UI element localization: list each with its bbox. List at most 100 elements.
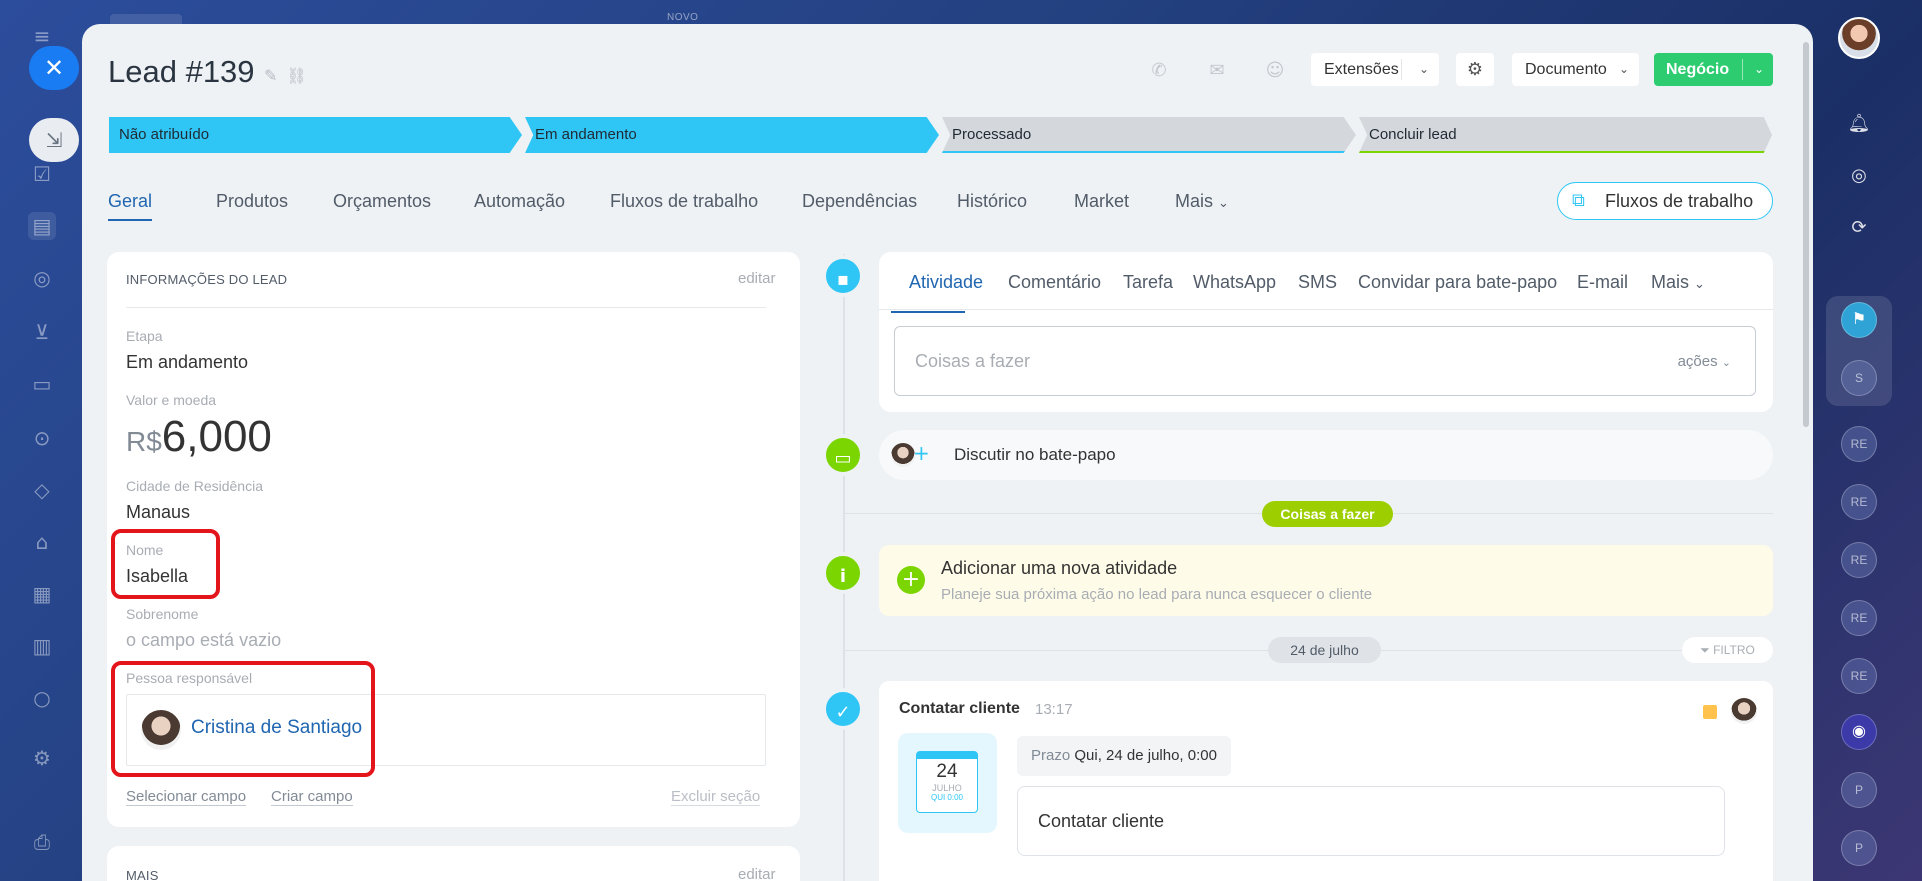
task-time: 13:17 (1035, 701, 1073, 718)
settings-gear-icon[interactable]: ⚙ (1456, 53, 1494, 86)
city-label: Cidade de Residência (126, 478, 263, 494)
chat-chip-s[interactable]: S (1841, 360, 1877, 396)
task-text: Contatar cliente (1038, 811, 1165, 831)
target-icon[interactable]: ◎ (1843, 160, 1875, 192)
building-icon[interactable]: ⌂ (28, 528, 56, 556)
activity-tab-activity[interactable]: Atividade (909, 272, 983, 293)
extensions-button[interactable]: Extensões ⌄ (1311, 53, 1439, 86)
surname-value: o campo está vazio (126, 630, 282, 650)
robot-icon[interactable]: ⊙ (28, 424, 56, 452)
stage-in-progress[interactable]: Em andamento (525, 117, 939, 153)
todo-input[interactable]: Coisas a fazer ações ⌄ (894, 326, 1756, 396)
crm-icon[interactable]: ▤ (28, 212, 56, 240)
tab-quotes[interactable]: Orçamentos (333, 191, 431, 212)
check-dot-icon: ✓ (822, 688, 864, 730)
target-icon[interactable]: ◎ (28, 264, 56, 292)
chevron-down-icon: ⌄ (1418, 62, 1429, 76)
tab-market[interactable]: Market (1074, 191, 1129, 212)
activity-tab-whatsapp[interactable]: WhatsApp (1193, 272, 1276, 293)
chevron-down-icon: ⌄ (1721, 356, 1731, 369)
settings-icon[interactable]: ○ (28, 684, 56, 712)
plus-icon[interactable]: + (897, 566, 925, 594)
link-icon[interactable]: ⛓ (287, 66, 307, 85)
activity-tab-invite-chat[interactable]: Convidar para bate-papo (1358, 272, 1557, 293)
box-icon[interactable]: ◇ (28, 476, 56, 504)
deadline-label: Prazo (1031, 747, 1071, 764)
sync-icon[interactable]: ⟳ (1843, 212, 1875, 244)
create-field-link[interactable]: Criar campo (271, 788, 353, 806)
deal-button[interactable]: Negócio ⌄ (1654, 53, 1773, 86)
edit-link[interactable]: editar (738, 866, 776, 881)
chat-chip-p[interactable]: P (1841, 830, 1877, 866)
chat-chip-p[interactable]: P (1841, 772, 1877, 808)
edit-icon[interactable]: ✎ (264, 66, 277, 85)
calendar-sub: QUI 0:00 (930, 793, 963, 802)
select-field-link[interactable]: Selecionar campo (126, 788, 247, 806)
chat-chip-re[interactable]: RE (1841, 426, 1877, 462)
user-avatar[interactable] (1838, 17, 1880, 59)
edit-link[interactable]: editar (738, 270, 776, 287)
chat-chip-re[interactable]: RE (1841, 484, 1877, 520)
chat-chip-re[interactable]: RE (1841, 600, 1877, 636)
add-activity-card[interactable]: + Adicionar uma nova atividade Planeje s… (879, 545, 1773, 616)
delete-section-link[interactable]: Excluir seção (671, 788, 761, 806)
avatar (891, 443, 915, 467)
comment-dot-icon: ▪ (822, 255, 864, 297)
filter-button[interactable]: ⏷ FILTRO (1682, 637, 1773, 663)
chevron-down-icon: ⌄ (1753, 62, 1764, 76)
printer-icon[interactable]: ⎙ (28, 828, 56, 856)
add-activity-subtitle: Planeje sua próxima ação no lead para nu… (941, 586, 1373, 603)
bookmark-icon[interactable]: ⚑ (1841, 302, 1877, 338)
discuss-in-chat[interactable]: + Discutir no bate-papo (879, 430, 1773, 480)
bell-icon[interactable]: 🔔︎ (1843, 108, 1875, 140)
chat-chip-re[interactable]: RE (1841, 658, 1877, 694)
calendar-icon: 24 JULHO QUI 0:00 (916, 751, 978, 813)
flag-icon[interactable] (1703, 705, 1717, 719)
activity-tab-comment[interactable]: Comentário (1008, 272, 1101, 293)
calendar-badge: 24 JULHO QUI 0:00 (898, 733, 997, 833)
amount-value: R$6,000 (126, 412, 272, 462)
minimize-icon[interactable]: ⇲ (29, 118, 79, 162)
app-icon[interactable]: ◉ (1841, 714, 1877, 750)
tasks-icon[interactable]: ☑ (28, 160, 56, 188)
activity-tab-email[interactable]: E-mail (1577, 272, 1628, 293)
tab-workflows[interactable]: Fluxos de trabalho (610, 191, 758, 212)
stage-close-lead[interactable]: Concluir lead (1359, 117, 1772, 153)
stage-unassigned[interactable]: Não atribuído (109, 117, 522, 153)
task-description[interactable]: Contatar cliente (1017, 786, 1725, 856)
chart-icon[interactable]: ▥ (28, 632, 56, 660)
calendar-icon[interactable]: ▦ (28, 580, 56, 608)
tab-history[interactable]: Histórico (957, 191, 1027, 212)
close-icon[interactable]: ✕ (29, 46, 79, 90)
chat-icon[interactable]: ☺ (1254, 50, 1296, 92)
card-icon[interactable]: ▭ (28, 370, 56, 398)
workflows-button[interactable]: ⧉ Fluxos de trabalho (1557, 182, 1773, 220)
task-title[interactable]: Contatar cliente (899, 700, 1020, 718)
document-button[interactable]: Documento ⌄ (1512, 53, 1639, 86)
chat-dot-icon: ▭ (822, 434, 864, 476)
add-participant-icon[interactable]: + (913, 441, 930, 465)
tab-more[interactable]: Mais ⌄ (1175, 191, 1229, 212)
tab-dependencies[interactable]: Dependências (802, 191, 917, 212)
stage-label: Etapa (126, 328, 163, 344)
activity-card: Contatar cliente 13:17 24 JULHO QUI 0:00… (879, 681, 1773, 881)
actions-label: ações (1677, 353, 1718, 370)
phone-icon[interactable]: ✆ (1138, 50, 1180, 92)
activity-tab-task[interactable]: Tarefa (1123, 272, 1173, 293)
activity-tab-sms[interactable]: SMS (1298, 272, 1337, 293)
actions-dropdown[interactable]: ações ⌄ (1678, 353, 1731, 370)
deadline-chip[interactable]: Prazo Qui, 24 de julho, 0:00 (1017, 736, 1231, 776)
panel-scrollbar[interactable] (1803, 42, 1809, 427)
stage-processed[interactable]: Processado (942, 117, 1356, 153)
cart-icon[interactable]: ⊻ (28, 318, 56, 346)
filter-label: FILTRO (1713, 643, 1755, 657)
gear-icon[interactable]: ⚙ (28, 744, 56, 772)
tab-products[interactable]: Produtos (216, 191, 288, 212)
avatar (1731, 698, 1757, 724)
todo-placeholder: Coisas a fazer (915, 351, 1031, 371)
chat-chip-re[interactable]: RE (1841, 542, 1877, 578)
activity-tab-more[interactable]: Mais ⌄ (1651, 272, 1705, 293)
tab-general[interactable]: Geral (108, 191, 152, 212)
tab-automation[interactable]: Automação (474, 191, 565, 212)
mail-icon[interactable]: ✉ (1196, 50, 1238, 92)
